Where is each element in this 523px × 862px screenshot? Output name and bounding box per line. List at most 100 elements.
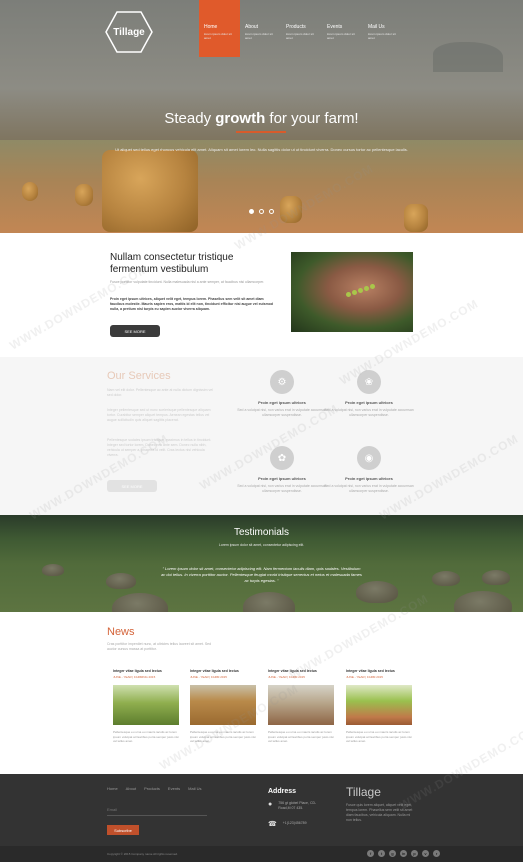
hay-bale: [482, 570, 510, 585]
nav-sub: lorem ipsum dolor sit amet: [368, 32, 396, 40]
service-title: Proin eget ipsum ultrices: [258, 476, 306, 481]
hero-title-pre: Steady: [164, 110, 216, 127]
footer-nav-products[interactable]: Products: [144, 786, 160, 791]
news-card-title[interactable]: Integer vitae ligula sed lectus: [190, 669, 256, 673]
testimonials-title: Testimonials: [233, 527, 290, 538]
email-input[interactable]: [107, 804, 207, 816]
logo[interactable]: Tillage: [105, 11, 153, 53]
pinterest-icon[interactable]: p: [411, 850, 418, 857]
nav-item-products[interactable]: Products lorem ipsum dolor sit amet: [281, 0, 322, 57]
twitter-icon[interactable]: t: [378, 850, 385, 857]
news-card-meta: JUNE - YEAR | FARMING 2015: [113, 675, 156, 679]
peas-hands-photo: [291, 252, 413, 332]
linkedin-icon[interactable]: in: [400, 850, 407, 857]
slider-dot[interactable]: [249, 209, 254, 214]
map-pin-icon: ●: [268, 801, 273, 808]
service-title: Proin eget ipsum ultrices: [258, 400, 306, 405]
seed-icon: ◉: [357, 446, 381, 470]
hay-bale: [243, 592, 295, 612]
nav-label: Mail Us: [368, 24, 385, 30]
seedlings-image[interactable]: [346, 685, 412, 725]
address-row: ● 756 gt globel Place, CD-Road,M 07 435.: [268, 801, 318, 811]
service-text: Sed a volutpat nisi, non varius erat in …: [237, 484, 327, 493]
services-see-more-button[interactable]: SEE MORE: [107, 480, 157, 492]
nav-item-events[interactable]: Events lorem ipsum dolor sit amet: [322, 0, 363, 57]
copyright-text: Copyright © 2015 Company name All rights…: [107, 852, 178, 856]
hay-bale: [42, 564, 64, 576]
pea: [352, 290, 357, 295]
hay-bale: [356, 581, 398, 603]
news-card[interactable]: Integer vitae ligula sed lectus JUNE - Y…: [346, 669, 412, 744]
vimeo-icon[interactable]: v: [422, 850, 429, 857]
google-plus-icon[interactable]: g: [389, 850, 396, 857]
pea: [358, 288, 363, 293]
nav-label: About: [245, 24, 259, 30]
phone-row: ☎ +1(123)456789: [268, 821, 307, 828]
news-card-title[interactable]: Integer vitae ligula sed lectus: [113, 669, 179, 673]
services-text: Nam vel elit dolor. Pellentesque ac ante…: [107, 388, 214, 397]
hay-bale: [404, 204, 428, 232]
news-card-meta: JUNE - YEAR | FARM 2015: [190, 675, 227, 679]
subscribe-button[interactable]: Subscribe: [107, 825, 139, 835]
rice-field-image[interactable]: [113, 685, 179, 725]
nav-sub: lorem ipsum dolor sit amet: [286, 32, 314, 40]
hay-bale: [454, 591, 512, 612]
news-title: News: [107, 626, 135, 638]
hero-title-post: for your farm!: [265, 110, 359, 127]
news-card-title[interactable]: Integer vitae ligula sed lectus: [346, 669, 412, 673]
news-card-text: Pellentesque eu urna eu mauris iaculis a…: [113, 730, 179, 743]
testimonials-subtitle: Lorem ipsum dolor sit amet, consectetur …: [218, 543, 305, 547]
service-item: ⚙ Proin eget ipsum ultrices Sed a volutp…: [237, 370, 327, 418]
nav-label: Products: [286, 24, 306, 30]
footer-nav-about[interactable]: About: [126, 786, 136, 791]
address-line: 756 gt globel Place, CD-Road,M 07 435.: [278, 801, 317, 810]
footer-nav: Home About Products Events Mail Us: [107, 786, 202, 791]
nav-sub: lorem ipsum dolor sit amet: [245, 32, 273, 40]
service-title: Proin eget ipsum ultrices: [345, 400, 393, 405]
main-nav: Home lorem ipsum dolor sit amet About lo…: [199, 0, 404, 57]
news-card[interactable]: Integer vitae ligula sed lectus JUNE - Y…: [113, 669, 179, 744]
slider-dot[interactable]: [269, 209, 274, 214]
footer-nav-home[interactable]: Home: [107, 786, 118, 791]
hay-bale: [75, 184, 93, 206]
footer-bottom-bar: [0, 846, 523, 862]
slider-dot[interactable]: [259, 209, 264, 214]
tree-line: [433, 42, 503, 72]
nav-item-mail-us[interactable]: Mail Us lorem ipsum dolor sit amet: [363, 0, 404, 57]
nav-sub: lorem ipsum dolor sit amet: [327, 32, 355, 40]
footer-brand-title: Tillage: [346, 785, 381, 799]
nav-label: Home: [204, 24, 218, 30]
news-card-meta: JUNE - YEAR | FARM 2015: [346, 675, 383, 679]
intro-bold-text: Proin eget ipsum ultrices, aliquet velit…: [110, 297, 273, 311]
hay-bale: [112, 593, 168, 612]
nav-sub: lorem ipsum dolor sit amet: [204, 32, 232, 40]
service-text: Sed a volutpat nisi, non varius erat in …: [324, 484, 414, 493]
facebook-icon[interactable]: f: [367, 850, 374, 857]
service-item: ◉ Proin eget ipsum ultrices Sed a volutp…: [324, 446, 414, 494]
hay-bale: [432, 571, 460, 586]
logo-text: Tillage: [113, 26, 145, 38]
services-title: Our Services: [107, 370, 171, 382]
hero-title-bold: growth: [215, 110, 266, 127]
services-text: Integer pellentesque sed ut nunc sceleri…: [107, 408, 211, 422]
hay-bale: [22, 182, 38, 201]
nav-item-home[interactable]: Home lorem ipsum dolor sit amet: [199, 0, 240, 57]
rss-icon[interactable]: r: [433, 850, 440, 857]
hay-bale: [102, 150, 198, 232]
pea: [370, 284, 375, 289]
phone-icon: ☎: [268, 821, 277, 828]
hero-text: Ut aliquet sed tellus eget rhoncus vehic…: [115, 147, 408, 152]
phone-number: +1(123)456789: [282, 821, 307, 825]
news-card-text: Pellentesque eu urna eu mauris iaculis a…: [346, 730, 412, 743]
intro-see-more-button[interactable]: SEE MORE: [110, 325, 160, 337]
hero-title: Steady growth for your farm!: [0, 110, 523, 127]
nav-item-about[interactable]: About lorem ipsum dolor sit amet: [240, 0, 281, 57]
footer-nav-events[interactable]: Events: [168, 786, 180, 791]
social-links: f t g in p v r: [367, 850, 440, 857]
tractor-icon: ⚙: [270, 370, 294, 394]
slider-dots: [249, 209, 274, 214]
footer-nav-mail-us[interactable]: Mail Us: [188, 786, 201, 791]
news-intro: Cras porttitor imperdiet nunc, at ultric…: [107, 642, 212, 651]
testimonial-quote: " Lorem ipsum dolor sit amet, consectetu…: [161, 566, 362, 583]
hay-bale: [106, 573, 136, 589]
